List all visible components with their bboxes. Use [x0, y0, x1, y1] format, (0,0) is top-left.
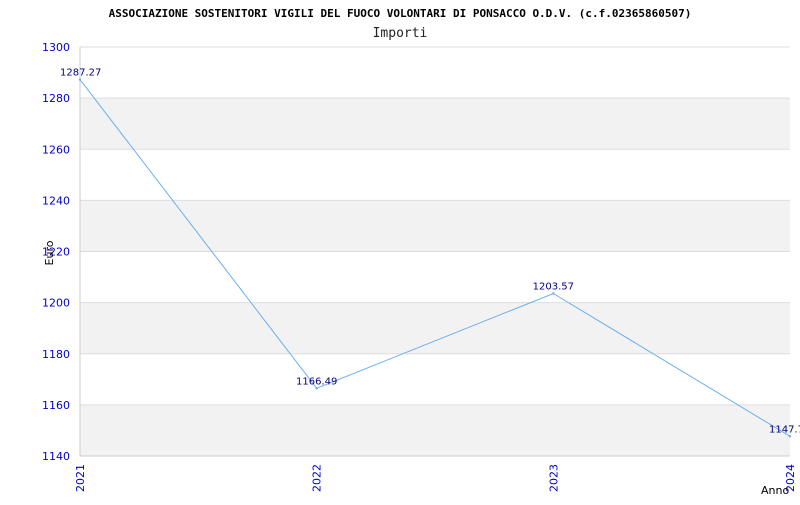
y-axis-label: Euro [43, 240, 56, 265]
line-chart: 114011601180120012201240126012801300 202… [42, 7, 800, 497]
y-tick-label: 1200 [42, 297, 70, 310]
x-ticks: 2021 2022 2023 2024 [74, 464, 797, 492]
data-label: 1166.49 [296, 376, 337, 387]
x-axis-label: Anno [761, 484, 789, 497]
y-tick-label: 1300 [42, 41, 70, 54]
grid-band [80, 353, 790, 405]
grid-band [80, 302, 790, 354]
y-tick-label: 1180 [42, 348, 70, 361]
data-point [315, 387, 318, 390]
grid-band [80, 251, 790, 303]
grid-band [80, 200, 790, 252]
data-point [552, 292, 555, 295]
data-label: 1287.27 [60, 68, 101, 79]
y-tick-label: 1260 [42, 143, 70, 156]
grid-band [80, 98, 790, 150]
y-tick-label: 1140 [42, 450, 70, 463]
data-label: 1147.7 [769, 424, 800, 435]
y-tick-label: 1280 [42, 92, 70, 105]
y-tick-label: 1160 [42, 399, 70, 412]
grid-band [80, 404, 790, 456]
chart: 1140 1160 1180 1200 1220 1240 1260 1280 1300 202… [0, 0, 800, 500]
chart-title: ASSOCIAZIONE SOSTENITORI VIGILI DEL FUOC… [109, 7, 692, 20]
data-label: 1203.57 [533, 281, 574, 292]
chart-subtitle: Importi [373, 26, 428, 41]
data-point [788, 435, 792, 438]
grid-band [80, 47, 790, 99]
x-tick-label: 2023 [547, 464, 560, 492]
x-tick-label: 2022 [311, 464, 324, 492]
grid-band [80, 149, 790, 201]
data-point [78, 78, 82, 81]
x-tick-label: 2021 [74, 464, 87, 492]
y-tick-label: 1240 [42, 194, 70, 207]
